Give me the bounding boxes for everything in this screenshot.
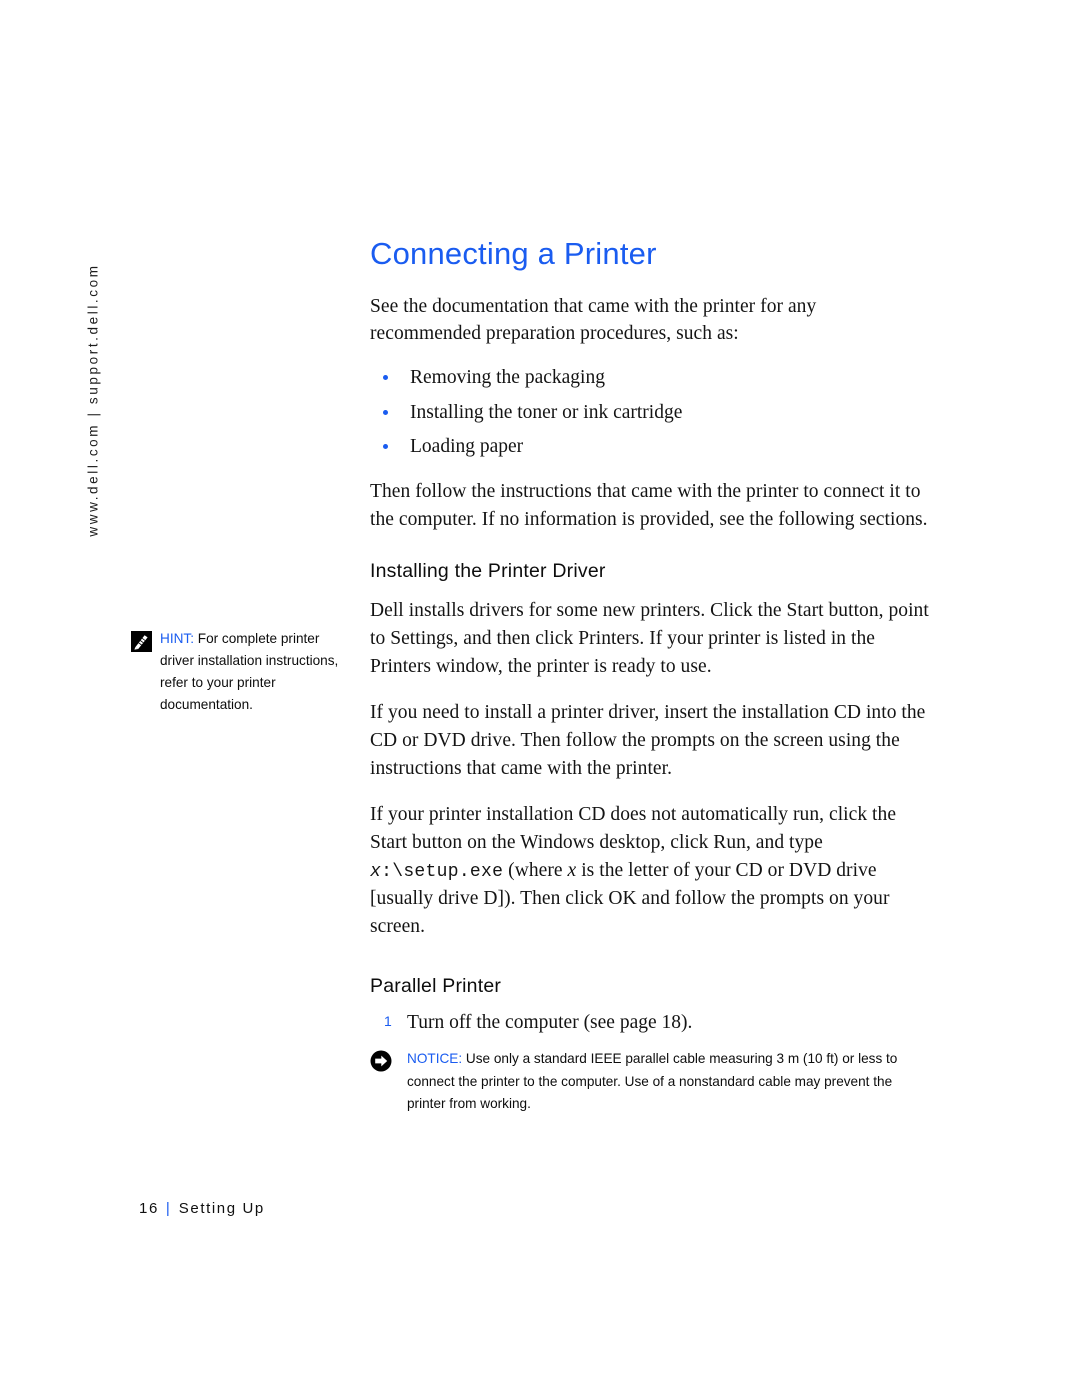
bullet-dot-icon xyxy=(383,374,388,380)
page-title: Connecting a Printer xyxy=(370,236,657,271)
drive-letter-variable: x xyxy=(567,859,577,881)
footer-separator: | xyxy=(165,1200,170,1217)
list-item: Installing the toner or ink cartridge xyxy=(370,399,930,427)
after-bullets-paragraph: Then follow the instructions that came w… xyxy=(370,480,928,530)
list-item-label: Installing the toner or ink cartridge xyxy=(410,401,683,423)
bullet-dot-icon xyxy=(383,409,388,415)
step-text: Turn off the computer (see page 18). xyxy=(407,1011,693,1033)
page-footer: 16 | Setting Up xyxy=(139,1200,265,1217)
intro-paragraph: See the documentation that came with the… xyxy=(370,295,817,345)
main-content-column: Connecting a Printer See the documentati… xyxy=(370,236,930,1115)
hint-callout: HINT: For complete printer driver instal… xyxy=(131,628,349,716)
setup-command-variable: x xyxy=(370,861,382,882)
arrow-right-circle-icon xyxy=(370,1050,392,1072)
driver-paragraph-3-lead: If your printer installation CD does not… xyxy=(370,804,897,854)
list-item-label: Loading paper xyxy=(410,436,524,458)
driver-paragraph-2: If you need to install a printer driver,… xyxy=(370,702,926,779)
driver-paragraph-3: If your printer installation CD does not… xyxy=(370,801,930,940)
side-rail: www.dell.com | support.dell.com xyxy=(78,250,108,550)
notice-label: NOTICE: xyxy=(407,1051,463,1067)
section-heading-parallel-printer: Parallel Printer xyxy=(370,974,502,997)
notice-callout: NOTICE: Use only a standard IEEE paralle… xyxy=(370,1048,930,1114)
parallel-printer-step-list: 1 Turn off the computer (see page 18). xyxy=(370,1009,930,1037)
list-item: 1 Turn off the computer (see page 18). xyxy=(370,1009,930,1037)
side-rail-url-text: www.dell.com | support.dell.com xyxy=(85,263,101,537)
notice-text-block: NOTICE: Use only a standard IEEE paralle… xyxy=(407,1048,930,1114)
setup-command-code: x:\setup.exe xyxy=(370,862,503,882)
section-heading-installing-printer-driver: Installing the Printer Driver xyxy=(370,560,606,583)
notice-text: Use only a standard IEEE parallel cable … xyxy=(407,1051,898,1111)
footer-page-number: 16 xyxy=(139,1200,159,1217)
list-item-label: Removing the packaging xyxy=(410,366,605,388)
footer-chapter-name: Setting Up xyxy=(178,1200,265,1217)
driver-paragraph-1: Dell installs drivers for some new print… xyxy=(370,600,929,677)
pencil-note-icon xyxy=(131,631,152,652)
preparation-bullet-list: Removing the packaging Installing the to… xyxy=(370,364,930,461)
list-item: Loading paper xyxy=(370,433,930,461)
driver-paragraph-3-where-pre: (where xyxy=(508,859,563,881)
hint-label: HINT: xyxy=(160,631,194,646)
step-number: 1 xyxy=(384,1012,392,1029)
bullet-dot-icon xyxy=(383,444,388,450)
document-page: www.dell.com | support.dell.com HINT: Fo… xyxy=(0,0,1080,1397)
list-item: Removing the packaging xyxy=(370,364,930,392)
hint-text-block: HINT: For complete printer driver instal… xyxy=(160,628,349,716)
setup-command-rest: :\setup.exe xyxy=(381,861,504,882)
